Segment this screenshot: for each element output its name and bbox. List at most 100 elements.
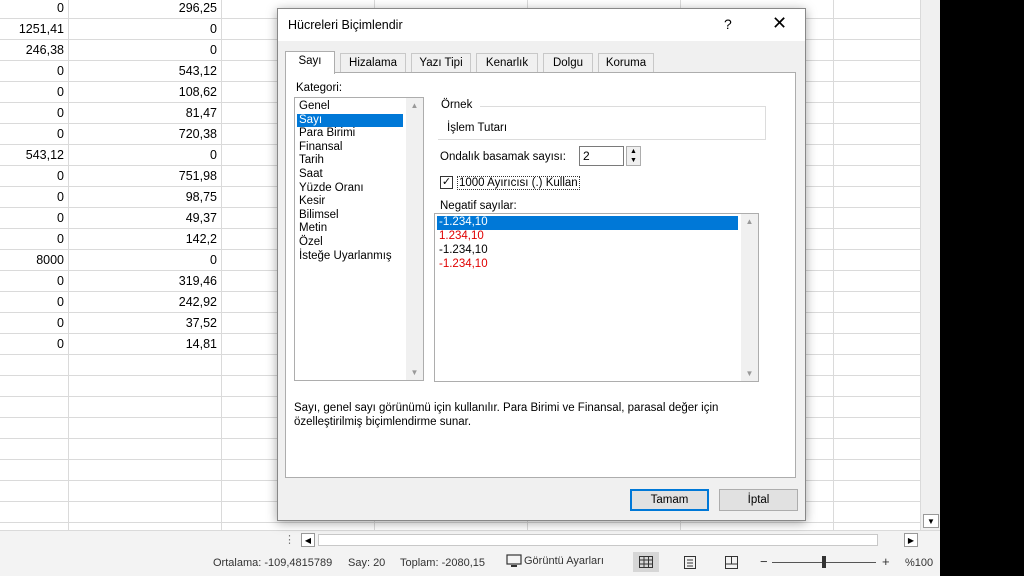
category-item[interactable]: Sayı	[297, 113, 403, 128]
thousands-separator-label[interactable]: 1000 Ayırıcısı (.) Kullan	[457, 176, 580, 190]
help-button[interactable]: ?	[724, 16, 732, 32]
zoom-level[interactable]: %100	[905, 557, 933, 569]
cell-col-b[interactable]: 49,37	[68, 208, 221, 228]
negative-number-option[interactable]: -1.234,10	[437, 258, 738, 272]
cell-col-a[interactable]: 246,38	[0, 40, 68, 60]
cell-col-b[interactable]: 296,25	[68, 0, 221, 18]
negative-number-option[interactable]: -1.234,10	[437, 244, 738, 258]
cell-col-a[interactable]: 0	[0, 0, 68, 18]
cell-col-a[interactable]: 0	[0, 208, 68, 228]
zoom-slider-thumb[interactable]	[822, 556, 826, 568]
cell-col-b[interactable]: 142,2	[68, 229, 221, 249]
chevron-down-icon[interactable]: ▼	[741, 366, 758, 381]
tab-number[interactable]: Sayı	[285, 51, 335, 74]
dialog-title: Hücreleri Biçimlendir	[288, 18, 403, 32]
cell-col-b[interactable]: 14,81	[68, 334, 221, 354]
category-item[interactable]: Tarih	[297, 154, 403, 168]
dialog-titlebar[interactable]: Hücreleri Biçimlendir ? ✕	[278, 9, 805, 41]
cell-col-a[interactable]: 0	[0, 229, 68, 249]
thousands-separator-checkbox[interactable]: ✓	[440, 176, 453, 189]
cell-col-b[interactable]: 319,46	[68, 271, 221, 291]
tab-font[interactable]: Yazı Tipi	[411, 53, 471, 73]
monitor-icon	[506, 554, 522, 567]
cell-col-a[interactable]: 0	[0, 313, 68, 333]
cell-col-b[interactable]: 37,52	[68, 313, 221, 333]
status-count[interactable]: Say: 20	[348, 557, 385, 569]
cell-col-a[interactable]: 0	[0, 292, 68, 312]
horizontal-scrollbar[interactable]: ⋮ ◀ ▶	[0, 530, 940, 548]
status-average[interactable]: Ortalama: -109,4815789	[213, 557, 332, 569]
tab-fill[interactable]: Dolgu	[543, 53, 593, 73]
tab-alignment[interactable]: Hizalama	[340, 53, 406, 73]
cell-col-a[interactable]: 0	[0, 124, 68, 144]
cell-col-a[interactable]: 0	[0, 82, 68, 102]
tab-border[interactable]: Kenarlık	[476, 53, 538, 73]
chevron-down-icon[interactable]: ▼	[406, 365, 423, 380]
category-item[interactable]: Özel	[297, 236, 403, 250]
scroll-left-icon[interactable]: ◀	[301, 533, 315, 547]
horizontal-scroll-track[interactable]	[318, 534, 878, 546]
split-handle-icon[interactable]: ⋮	[284, 533, 295, 546]
chevron-up-icon[interactable]: ▲	[741, 214, 758, 229]
number-tab-panel: Kategori: Genel Sayı Para Birimi Finansal Ta…	[285, 72, 796, 478]
cell-col-b[interactable]: 0	[68, 40, 221, 60]
decimal-places-stepper[interactable]: ▲ ▼	[626, 146, 641, 166]
cell-col-a[interactable]: 8000	[0, 250, 68, 270]
cell-col-b[interactable]: 0	[68, 250, 221, 270]
zoom-out-button[interactable]: −	[760, 554, 768, 569]
cell-col-b[interactable]: 0	[68, 145, 221, 165]
negative-number-option[interactable]: 1.234,10	[437, 230, 738, 244]
cell-col-a[interactable]: 0	[0, 271, 68, 291]
category-item[interactable]: Kesir	[297, 195, 403, 209]
cell-col-a[interactable]: 0	[0, 103, 68, 123]
cell-col-b[interactable]: 108,62	[68, 82, 221, 102]
cell-col-a[interactable]: 0	[0, 187, 68, 207]
negative-numbers-listbox[interactable]: -1.234,10 1.234,10 -1.234,10 -1.234,10 ▲ ▼	[434, 213, 759, 382]
zoom-in-button[interactable]: +	[882, 554, 890, 569]
stepper-up-icon[interactable]: ▲	[627, 147, 640, 156]
status-sum[interactable]: Toplam: -2080,15	[400, 557, 485, 569]
category-item[interactable]: Finansal	[297, 141, 403, 155]
cell-col-a[interactable]: 543,12	[0, 145, 68, 165]
cell-col-b[interactable]: 751,98	[68, 166, 221, 186]
decimal-places-input[interactable]: 2	[579, 146, 624, 166]
negative-numbers-scrollbar[interactable]: ▲ ▼	[741, 214, 758, 381]
close-icon[interactable]: ✕	[772, 13, 787, 34]
category-item[interactable]: Saat	[297, 168, 403, 182]
page-break-view-button[interactable]	[718, 552, 744, 572]
category-item[interactable]: Metin	[297, 222, 403, 236]
category-item[interactable]: Genel	[297, 100, 403, 114]
cell-col-b[interactable]: 81,47	[68, 103, 221, 123]
cancel-button[interactable]: İptal	[719, 489, 798, 511]
cell-col-b[interactable]: 242,92	[68, 292, 221, 312]
category-item[interactable]: Yüzde Oranı	[297, 182, 403, 196]
tab-protection[interactable]: Koruma	[598, 53, 654, 73]
cell-col-b[interactable]: 0	[68, 19, 221, 39]
display-settings-button[interactable]: Görüntü Ayarları	[506, 554, 604, 568]
vertical-scrollbar[interactable]: ▼	[920, 0, 940, 530]
chevron-up-icon[interactable]: ▲	[406, 98, 423, 113]
category-item[interactable]: İsteğe Uyarlanmış	[297, 250, 403, 264]
cell-col-a[interactable]: 0	[0, 61, 68, 81]
cell-col-b[interactable]: 720,38	[68, 124, 221, 144]
cell-col-b[interactable]: 98,75	[68, 187, 221, 207]
cell-col-b[interactable]: 543,12	[68, 61, 221, 81]
cell-col-a[interactable]: 0	[0, 166, 68, 186]
category-item[interactable]: Bilimsel	[297, 209, 403, 223]
page-layout-view-button[interactable]	[677, 552, 703, 572]
category-listbox[interactable]: Genel Sayı Para Birimi Finansal Tarih Saat Yüz…	[294, 97, 424, 381]
sample-label: Örnek	[441, 99, 473, 111]
cell-col-a[interactable]: 1251,41	[0, 19, 68, 39]
category-scrollbar[interactable]: ▲ ▼	[406, 98, 423, 380]
category-item[interactable]: Para Birimi	[297, 127, 403, 141]
black-margin	[940, 0, 1024, 576]
stepper-down-icon[interactable]: ▼	[627, 156, 640, 165]
sample-group-line	[480, 106, 765, 107]
cell-col-a[interactable]: 0	[0, 334, 68, 354]
scroll-right-icon[interactable]: ▶	[904, 533, 918, 547]
negative-number-option[interactable]: -1.234,10	[437, 216, 738, 230]
page-break-icon	[724, 555, 738, 569]
ok-button[interactable]: Tamam	[630, 489, 709, 511]
scroll-down-icon[interactable]: ▼	[923, 514, 939, 528]
normal-view-button[interactable]	[633, 552, 659, 572]
